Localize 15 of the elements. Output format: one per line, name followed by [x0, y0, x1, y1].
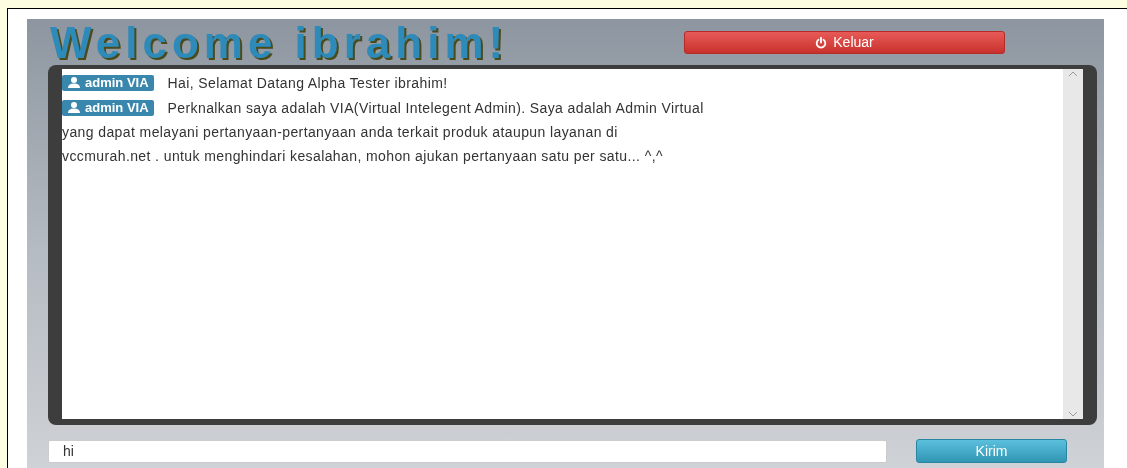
logout-button[interactable]: Keluar	[684, 31, 1005, 54]
welcome-title: Welcome ibrahim!	[50, 21, 510, 65]
power-icon	[815, 36, 828, 49]
scroll-up-icon	[1068, 71, 1078, 77]
message-input[interactable]: hi	[48, 439, 887, 463]
sender-badge: admin VIA	[62, 75, 154, 91]
send-button[interactable]: Kirim	[916, 439, 1067, 463]
sender-badge: admin VIA	[62, 100, 154, 116]
message-line: yang dapat melayani pertanyaan-pertanyaan anda terkait produk ataupun layanan di	[62, 123, 618, 142]
message-line: Perknalkan saya adalah VIA(Virtual Intelegent Admin). Saya adalah Admin Virtual	[167, 99, 704, 118]
message-line: vccmurah.net . untuk menghindari kesalahan, mohon ajukan pertanyaan satu per satu... ^,^	[62, 147, 663, 166]
user-icon	[67, 102, 81, 113]
scroll-down-icon	[1068, 411, 1078, 417]
user-icon	[67, 77, 81, 88]
message-line: Hai, Selamat Datang Alpha Tester ibrahim!	[167, 74, 448, 93]
